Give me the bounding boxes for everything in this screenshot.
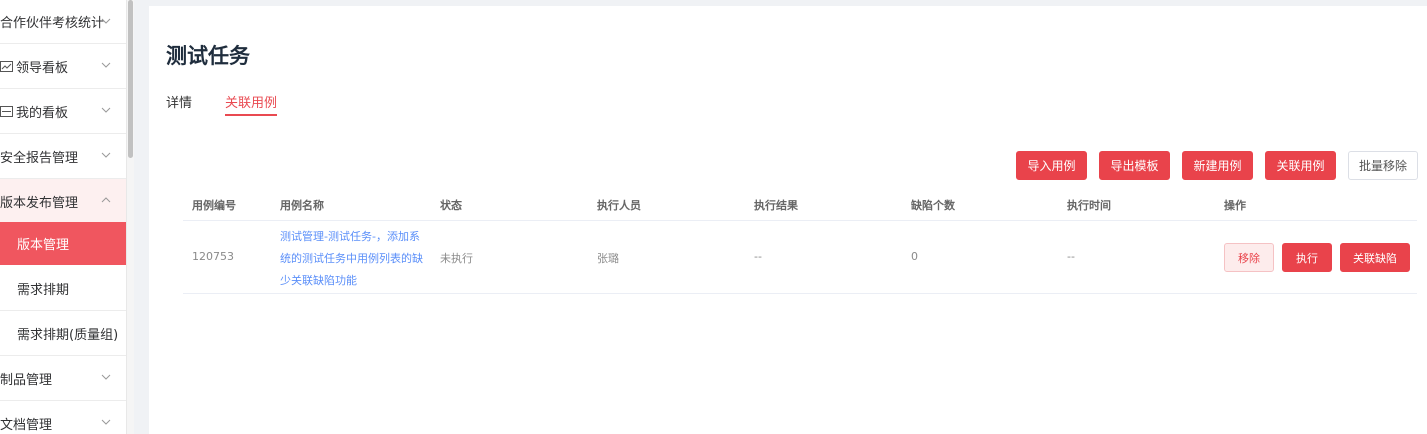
column-header-case-id: 用例编号	[192, 199, 236, 212]
case-name-line: 统的测试任务中用例列表的缺	[280, 252, 423, 265]
batch-remove-button[interactable]: 批量移除	[1348, 151, 1418, 180]
column-header-defect-count: 缺陷个数	[911, 199, 955, 212]
column-header-result: 执行结果	[754, 199, 798, 212]
cell-status: 未执行	[440, 252, 473, 265]
chevron-down-icon	[101, 18, 111, 24]
sidebar-item-release-management[interactable]: 版本发布管理	[0, 179, 126, 224]
sidebar-item-label: 需求排期	[17, 282, 70, 298]
sidebar-item-version-management[interactable]: 版本管理	[0, 222, 126, 265]
sidebar-item-label: 领导看板	[16, 60, 69, 76]
sidebar-item-label: 文档管理	[0, 417, 53, 433]
table-divider	[183, 293, 1417, 294]
new-case-button[interactable]: 新建用例	[1182, 151, 1253, 180]
chevron-down-icon	[101, 152, 111, 158]
import-cases-button[interactable]: 导入用例	[1016, 151, 1087, 180]
sidebar-item-label: 制品管理	[0, 372, 53, 388]
column-header-executor: 执行人员	[597, 199, 641, 212]
case-name-line: 少关联缺陷功能	[280, 274, 357, 287]
remove-button[interactable]: 移除	[1224, 243, 1274, 272]
execute-button[interactable]: 执行	[1282, 243, 1332, 272]
sidebar-item-partner-assessment[interactable]: 合作伙伴考核统计	[0, 0, 126, 44]
sidebar-item-leader-board[interactable]: 领导看板	[0, 44, 126, 89]
sidebar-item-document-management[interactable]: 文档管理	[0, 401, 126, 434]
link-defect-button[interactable]: 关联缺陷	[1340, 243, 1410, 272]
cell-exec-time: --	[1067, 250, 1075, 263]
chart-icon	[0, 60, 13, 72]
sidebar-scrollbar-thumb[interactable]	[128, 0, 133, 158]
cell-defect-count: 0	[911, 250, 918, 263]
sidebar: 合作伙伴考核统计 领导看板 我的看板 安全报告管理 版本发布管理 版本管理 需求…	[0, 0, 127, 434]
cell-case-name-link[interactable]: 测试管理-测试任务-，添加系 统的测试任务中用例列表的缺 少关联缺陷功能	[280, 226, 428, 292]
cell-case-id: 120753	[192, 250, 234, 263]
export-template-button[interactable]: 导出模板	[1099, 151, 1170, 180]
chevron-down-icon	[101, 374, 111, 380]
tab-linked-cases[interactable]: 关联用例	[225, 92, 278, 116]
sidebar-item-label: 安全报告管理	[0, 150, 79, 166]
sidebar-item-label: 版本管理	[17, 238, 70, 253]
sidebar-item-requirement-schedule[interactable]: 需求排期	[0, 266, 126, 311]
column-header-actions: 操作	[1224, 199, 1246, 212]
board-icon	[0, 105, 13, 117]
chevron-down-icon	[101, 419, 111, 425]
table-divider	[183, 220, 1417, 221]
column-header-case-name: 用例名称	[280, 199, 324, 212]
chevron-up-icon	[101, 197, 111, 203]
sidebar-item-my-board[interactable]: 我的看板	[0, 89, 126, 134]
page-title: 测试任务	[166, 44, 250, 68]
sidebar-item-label: 需求排期(质量组)	[17, 327, 119, 343]
link-cases-button[interactable]: 关联用例	[1265, 151, 1336, 180]
tab-details[interactable]: 详情	[166, 92, 192, 116]
sidebar-item-security-report[interactable]: 安全报告管理	[0, 134, 126, 179]
sidebar-item-label: 合作伙伴考核统计	[0, 16, 105, 31]
column-header-exec-time: 执行时间	[1067, 199, 1111, 212]
chevron-down-icon	[101, 107, 111, 113]
sidebar-item-artifact-management[interactable]: 制品管理	[0, 356, 126, 401]
sidebar-item-label: 我的看板	[16, 105, 69, 121]
column-header-status: 状态	[440, 199, 462, 212]
cell-executor: 张璐	[597, 252, 619, 265]
main-panel: 测试任务 详情 关联用例 导入用例 导出模板 新建用例 关联用例 批量移除 用例…	[149, 6, 1427, 434]
cell-result: --	[754, 250, 762, 263]
sidebar-item-requirement-schedule-quality[interactable]: 需求排期(质量组)	[0, 311, 126, 356]
case-name-line: 测试管理-测试任务-，添加系	[280, 230, 420, 243]
sidebar-item-label: 版本发布管理	[0, 195, 79, 211]
chevron-down-icon	[101, 62, 111, 68]
